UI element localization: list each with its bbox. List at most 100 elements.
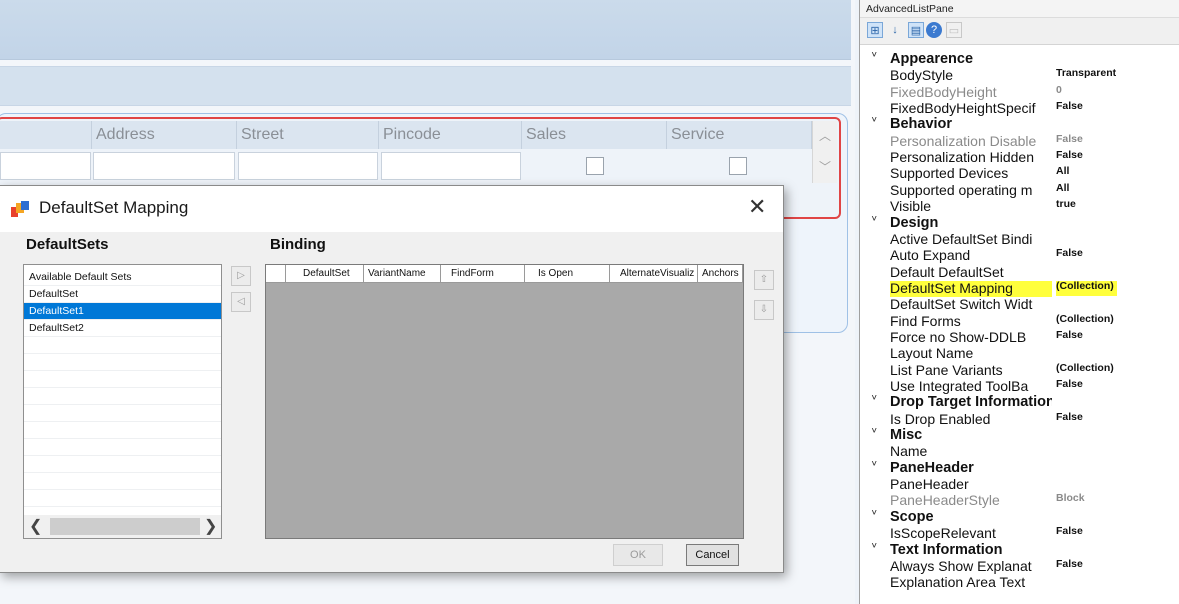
property-value[interactable]: False [1056, 330, 1083, 341]
defaultsets-list[interactable]: Available Default Sets DefaultSet Defaul… [23, 264, 222, 539]
property-row-personalization-disable[interactable]: Personalization Disable False [860, 134, 1179, 150]
property-value[interactable]: False [1056, 526, 1083, 537]
pincode-cell-input[interactable] [381, 152, 521, 180]
property-row-is-drop-enabled[interactable]: Is Drop Enabled False [860, 412, 1179, 428]
grid-header-alternatevisualization[interactable]: AlternateVisualiz [610, 265, 698, 283]
categorized-view-icon[interactable]: ⊞ [867, 22, 883, 38]
property-value[interactable]: true [1056, 199, 1076, 210]
property-value[interactable]: False [1056, 134, 1083, 145]
property-row-isscoperelevant[interactable]: IsScopeRelevant False [860, 526, 1179, 542]
events-help-icon[interactable]: ? [926, 22, 942, 38]
move-up-button[interactable]: ⇧ [754, 270, 774, 290]
property-row-force-no-show-ddlb[interactable]: Force no Show-DDLB False [860, 330, 1179, 346]
collapse-chevron-icon[interactable]: ˅ [871, 428, 877, 437]
category-scope[interactable]: ˅ Scope [860, 510, 1179, 526]
collapse-chevron-icon[interactable]: ˅ [871, 52, 877, 61]
column-header-first[interactable] [0, 121, 92, 149]
list-item-defaultset2[interactable]: DefaultSet2 [24, 320, 221, 337]
property-row-find-forms[interactable]: Find Forms (Collection) [860, 314, 1179, 330]
street-cell-input[interactable] [238, 152, 378, 180]
collapse-chevron-icon[interactable]: ˅ [871, 461, 877, 470]
scroll-right-icon[interactable]: ❯ [204, 516, 217, 536]
property-value[interactable]: Transparent [1056, 68, 1116, 79]
category-paneheader[interactable]: ˅ PaneHeader [860, 461, 1179, 477]
column-header-address[interactable]: Address [92, 121, 237, 149]
property-row-paneheaderstyle[interactable]: PaneHeaderStyle Block [860, 493, 1179, 509]
property-row-bodystyle[interactable]: BodyStyle Transparent [860, 68, 1179, 84]
property-row-name[interactable]: Name [860, 444, 1179, 460]
column-header-sales[interactable]: Sales [522, 121, 667, 149]
property-row-paneheader[interactable]: PaneHeader [860, 477, 1179, 493]
property-value[interactable]: (Collection) [1056, 363, 1114, 374]
close-icon[interactable]: ✕ [748, 194, 766, 220]
scroll-down-icon[interactable]: ﹀ [813, 152, 837, 183]
property-value[interactable]: All [1056, 183, 1069, 194]
collapse-chevron-icon[interactable]: ˅ [871, 216, 877, 225]
collapse-chevron-icon[interactable]: ˅ [871, 117, 877, 126]
property-value[interactable]: Block [1056, 493, 1085, 504]
property-value[interactable]: (Collection) [1056, 281, 1117, 296]
grid-header-anchors[interactable]: Anchors [698, 265, 743, 283]
property-row-active-defaultset-bindi[interactable]: Active DefaultSet Bindi [860, 232, 1179, 248]
collapse-chevron-icon[interactable]: ˅ [871, 543, 877, 552]
cell-input[interactable] [0, 152, 91, 180]
scroll-left-icon[interactable]: ❮ [29, 516, 42, 536]
property-value[interactable]: False [1056, 101, 1083, 112]
grid-vertical-scrollbar[interactable]: ︿ ﹀ [812, 121, 837, 183]
collapse-chevron-icon[interactable]: ˅ [871, 395, 877, 404]
properties-view-icon[interactable]: ▤ [908, 22, 924, 38]
list-horizontal-scrollbar[interactable]: ❮ ❯ [24, 515, 221, 538]
property-value[interactable]: 0 [1056, 85, 1062, 96]
category-behavior[interactable]: ˅ Behavior [860, 117, 1179, 133]
property-pages-icon[interactable]: ▭ [946, 22, 962, 38]
property-value[interactable]: All [1056, 166, 1069, 177]
column-header-service[interactable]: Service [667, 121, 812, 149]
property-row-always-show-explanat[interactable]: Always Show Explanat False [860, 559, 1179, 575]
property-value[interactable]: False [1056, 248, 1083, 259]
property-value[interactable]: False [1056, 559, 1083, 570]
property-row-supported-devices[interactable]: Supported Devices All [860, 166, 1179, 182]
move-right-button[interactable]: ▷ [231, 266, 251, 286]
category-drop-target-information[interactable]: ˅ Drop Target Information [860, 395, 1179, 411]
list-item-defaultset[interactable]: DefaultSet [24, 286, 221, 303]
property-row-defaultset-switch-widt[interactable]: DefaultSet Switch Widt [860, 297, 1179, 313]
scroll-up-icon[interactable]: ︿ [813, 121, 837, 152]
cancel-button[interactable]: Cancel [686, 544, 739, 566]
property-row-use-integrated-toolba[interactable]: Use Integrated ToolBa False [860, 379, 1179, 395]
scroll-thumb[interactable] [50, 518, 200, 535]
column-header-street[interactable]: Street [237, 121, 379, 149]
list-item-available[interactable]: Available Default Sets [24, 269, 221, 286]
property-value[interactable]: False [1056, 379, 1083, 390]
collapse-chevron-icon[interactable]: ˅ [871, 510, 877, 519]
property-row-list-pane-variants[interactable]: List Pane Variants (Collection) [860, 363, 1179, 379]
grid-header-variantname[interactable]: VariantName [364, 265, 441, 283]
property-row-default-defaultset[interactable]: Default DefaultSet [860, 265, 1179, 281]
property-row-explanation-area-text[interactable]: Explanation Area Text [860, 575, 1179, 591]
address-cell-input[interactable] [93, 152, 235, 180]
alphabetical-sort-icon[interactable]: ↓ [887, 22, 903, 38]
category-design[interactable]: ˅ Design [860, 216, 1179, 232]
grid-header-is-open[interactable]: Is Open [525, 265, 610, 283]
ok-button[interactable]: OK [613, 544, 663, 566]
column-header-pincode[interactable]: Pincode [379, 121, 522, 149]
property-row-defaultset-mapping[interactable]: DefaultSet Mapping (Collection) [860, 281, 1179, 297]
property-row-fixedbodyheight[interactable]: FixedBodyHeight 0 [860, 85, 1179, 101]
service-checkbox[interactable] [729, 157, 747, 175]
move-left-button[interactable]: ◁ [231, 292, 251, 312]
category-misc[interactable]: ˅ Misc [860, 428, 1179, 444]
property-row-auto-expand[interactable]: Auto Expand False [860, 248, 1179, 264]
move-down-button[interactable]: ⇩ [754, 300, 774, 320]
category-text-information[interactable]: ˅ Text Information [860, 543, 1179, 559]
property-row-fixedbodyheightspecif[interactable]: FixedBodyHeightSpecif False [860, 101, 1179, 117]
grid-header-defaultset[interactable]: DefaultSet [286, 265, 364, 283]
list-item-defaultset1[interactable]: DefaultSet1 [24, 303, 221, 320]
property-value[interactable]: False [1056, 412, 1083, 423]
category-appearence[interactable]: ˅ Appearence [860, 52, 1179, 68]
property-row-layout-name[interactable]: Layout Name [860, 346, 1179, 362]
property-value[interactable]: False [1056, 150, 1083, 161]
sales-checkbox[interactable] [586, 157, 604, 175]
property-row-supported-operating-m[interactable]: Supported operating m All [860, 183, 1179, 199]
grid-header-findform[interactable]: FindForm [441, 265, 525, 283]
binding-grid[interactable]: DefaultSet VariantName FindForm Is Open … [265, 264, 744, 539]
property-row-visible[interactable]: Visible true [860, 199, 1179, 215]
